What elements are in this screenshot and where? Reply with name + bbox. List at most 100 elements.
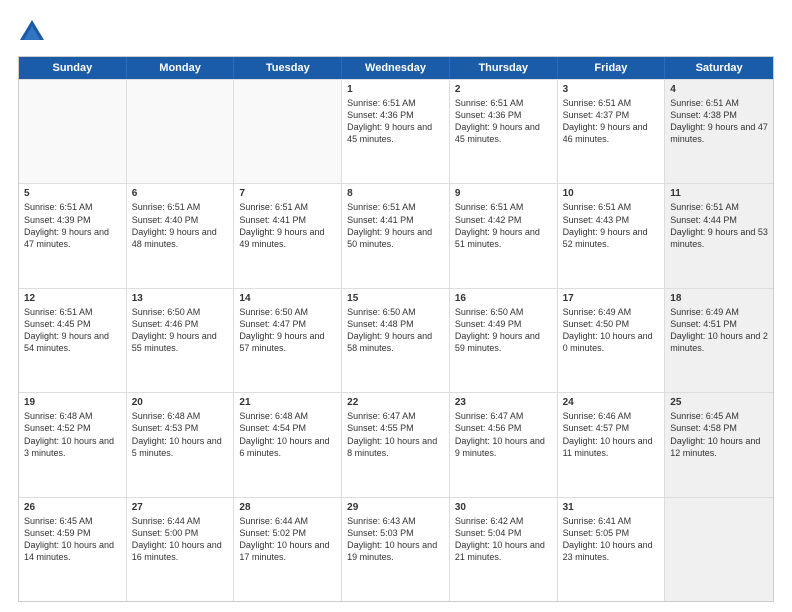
day-number: 20	[132, 397, 229, 408]
day-number: 27	[132, 502, 229, 513]
day-number: 1	[347, 84, 444, 95]
day-number: 31	[563, 502, 660, 513]
day-info: Sunrise: 6:50 AM Sunset: 4:46 PM Dayligh…	[132, 306, 229, 355]
day-info: Sunrise: 6:46 AM Sunset: 4:57 PM Dayligh…	[563, 410, 660, 459]
calendar-cell: 12 Sunrise: 6:51 AM Sunset: 4:45 PM Dayli…	[19, 289, 127, 392]
day-info: Sunrise: 6:51 AM Sunset: 4:37 PM Dayligh…	[563, 97, 660, 146]
day-number: 6	[132, 188, 229, 199]
day-info: Sunrise: 6:48 AM Sunset: 4:54 PM Dayligh…	[239, 410, 336, 459]
calendar-cell: 22 Sunrise: 6:47 AM Sunset: 4:55 PM Dayli…	[342, 393, 450, 496]
calendar-row: 19 Sunrise: 6:48 AM Sunset: 4:52 PM Dayli…	[19, 392, 773, 496]
calendar: SundayMondayTuesdayWednesdayThursdayFrid…	[18, 56, 774, 602]
calendar-cell: 2Sunrise: 6:51 AM Sunset: 4:36 PM Daylig…	[450, 80, 558, 183]
day-info: Sunrise: 6:43 AM Sunset: 5:03 PM Dayligh…	[347, 515, 444, 564]
day-number: 28	[239, 502, 336, 513]
day-info: Sunrise: 6:51 AM Sunset: 4:44 PM Dayligh…	[670, 201, 768, 250]
calendar-cell: 15Sunrise: 6:50 AM Sunset: 4:48 PM Dayli…	[342, 289, 450, 392]
calendar-cell: 13 Sunrise: 6:50 AM Sunset: 4:46 PM Dayli…	[127, 289, 235, 392]
day-number: 24	[563, 397, 660, 408]
calendar-cell: 16 Sunrise: 6:50 AM Sunset: 4:49 PM Dayli…	[450, 289, 558, 392]
day-number: 17	[563, 293, 660, 304]
day-info: Sunrise: 6:47 AM Sunset: 4:55 PM Dayligh…	[347, 410, 444, 459]
day-info: Sunrise: 6:51 AM Sunset: 4:38 PM Dayligh…	[670, 97, 768, 146]
day-info: Sunrise: 6:51 AM Sunset: 4:36 PM Dayligh…	[347, 97, 444, 146]
day-number: 2	[455, 84, 552, 95]
day-info: Sunrise: 6:50 AM Sunset: 4:48 PM Dayligh…	[347, 306, 444, 355]
calendar-cell: 7Sunrise: 6:51 AM Sunset: 4:41 PM Daylig…	[234, 184, 342, 287]
calendar-cell: 29 Sunrise: 6:43 AM Sunset: 5:03 PM Dayli…	[342, 498, 450, 601]
day-number: 3	[563, 84, 660, 95]
calendar-cell: 27 Sunrise: 6:44 AM Sunset: 5:00 PM Dayli…	[127, 498, 235, 601]
day-number: 12	[24, 293, 121, 304]
calendar-body: 1 Sunrise: 6:51 AM Sunset: 4:36 PM Daylig…	[19, 79, 773, 601]
day-number: 18	[670, 293, 768, 304]
weekday-header: Tuesday	[234, 57, 342, 79]
weekday-header: Sunday	[19, 57, 127, 79]
day-number: 16	[455, 293, 552, 304]
logo	[18, 18, 50, 46]
day-number: 22	[347, 397, 444, 408]
calendar-cell: 20Sunrise: 6:48 AM Sunset: 4:53 PM Dayli…	[127, 393, 235, 496]
calendar-cell: 30 Sunrise: 6:42 AM Sunset: 5:04 PM Dayli…	[450, 498, 558, 601]
calendar-cell: 19 Sunrise: 6:48 AM Sunset: 4:52 PM Dayli…	[19, 393, 127, 496]
calendar-cell: 4 Sunrise: 6:51 AM Sunset: 4:38 PM Daylig…	[665, 80, 773, 183]
day-number: 13	[132, 293, 229, 304]
day-info: Sunrise: 6:47 AM Sunset: 4:56 PM Dayligh…	[455, 410, 552, 459]
day-info: Sunrise: 6:41 AM Sunset: 5:05 PM Dayligh…	[563, 515, 660, 564]
day-info: Sunrise: 6:45 AM Sunset: 4:58 PM Dayligh…	[670, 410, 768, 459]
day-info: Sunrise: 6:51 AM Sunset: 4:41 PM Dayligh…	[347, 201, 444, 250]
calendar-cell: 10 Sunrise: 6:51 AM Sunset: 4:43 PM Dayli…	[558, 184, 666, 287]
day-info: Sunrise: 6:42 AM Sunset: 5:04 PM Dayligh…	[455, 515, 552, 564]
calendar-cell	[19, 80, 127, 183]
calendar-cell: 26 Sunrise: 6:45 AM Sunset: 4:59 PM Dayli…	[19, 498, 127, 601]
day-number: 9	[455, 188, 552, 199]
page: SundayMondayTuesdayWednesdayThursdayFrid…	[0, 0, 792, 612]
calendar-cell: 18 Sunrise: 6:49 AM Sunset: 4:51 PM Dayli…	[665, 289, 773, 392]
day-number: 26	[24, 502, 121, 513]
day-info: Sunrise: 6:45 AM Sunset: 4:59 PM Dayligh…	[24, 515, 121, 564]
calendar-cell	[234, 80, 342, 183]
day-info: Sunrise: 6:50 AM Sunset: 4:49 PM Dayligh…	[455, 306, 552, 355]
weekday-header: Saturday	[665, 57, 773, 79]
calendar-cell: 28 Sunrise: 6:44 AM Sunset: 5:02 PM Dayli…	[234, 498, 342, 601]
day-info: Sunrise: 6:44 AM Sunset: 5:02 PM Dayligh…	[239, 515, 336, 564]
day-number: 29	[347, 502, 444, 513]
calendar-cell	[665, 498, 773, 601]
calendar-cell: 11Sunrise: 6:51 AM Sunset: 4:44 PM Dayli…	[665, 184, 773, 287]
day-number: 8	[347, 188, 444, 199]
day-number: 19	[24, 397, 121, 408]
calendar-cell	[127, 80, 235, 183]
calendar-cell: 25 Sunrise: 6:45 AM Sunset: 4:58 PM Dayli…	[665, 393, 773, 496]
weekday-header: Thursday	[450, 57, 558, 79]
calendar-row: 1 Sunrise: 6:51 AM Sunset: 4:36 PM Daylig…	[19, 79, 773, 183]
day-number: 4	[670, 84, 768, 95]
day-number: 7	[239, 188, 336, 199]
day-number: 14	[239, 293, 336, 304]
calendar-cell: 14 Sunrise: 6:50 AM Sunset: 4:47 PM Dayli…	[234, 289, 342, 392]
weekday-header: Friday	[558, 57, 666, 79]
day-info: Sunrise: 6:51 AM Sunset: 4:39 PM Dayligh…	[24, 201, 121, 250]
day-number: 10	[563, 188, 660, 199]
calendar-cell: 6 Sunrise: 6:51 AM Sunset: 4:40 PM Daylig…	[127, 184, 235, 287]
logo-icon	[18, 18, 46, 46]
calendar-row: 12 Sunrise: 6:51 AM Sunset: 4:45 PM Dayli…	[19, 288, 773, 392]
day-info: Sunrise: 6:51 AM Sunset: 4:42 PM Dayligh…	[455, 201, 552, 250]
day-info: Sunrise: 6:50 AM Sunset: 4:47 PM Dayligh…	[239, 306, 336, 355]
calendar-row: 26 Sunrise: 6:45 AM Sunset: 4:59 PM Dayli…	[19, 497, 773, 601]
weekday-header: Monday	[127, 57, 235, 79]
day-number: 21	[239, 397, 336, 408]
day-number: 25	[670, 397, 768, 408]
day-info: Sunrise: 6:51 AM Sunset: 4:40 PM Dayligh…	[132, 201, 229, 250]
header	[18, 18, 774, 46]
day-number: 30	[455, 502, 552, 513]
day-info: Sunrise: 6:48 AM Sunset: 4:52 PM Dayligh…	[24, 410, 121, 459]
calendar-cell: 17Sunrise: 6:49 AM Sunset: 4:50 PM Dayli…	[558, 289, 666, 392]
calendar-cell: 31 Sunrise: 6:41 AM Sunset: 5:05 PM Dayli…	[558, 498, 666, 601]
calendar-cell: 3 Sunrise: 6:51 AM Sunset: 4:37 PM Daylig…	[558, 80, 666, 183]
day-info: Sunrise: 6:49 AM Sunset: 4:51 PM Dayligh…	[670, 306, 768, 355]
calendar-header: SundayMondayTuesdayWednesdayThursdayFrid…	[19, 57, 773, 79]
calendar-cell: 8 Sunrise: 6:51 AM Sunset: 4:41 PM Daylig…	[342, 184, 450, 287]
day-info: Sunrise: 6:44 AM Sunset: 5:00 PM Dayligh…	[132, 515, 229, 564]
day-info: Sunrise: 6:51 AM Sunset: 4:45 PM Dayligh…	[24, 306, 121, 355]
day-info: Sunrise: 6:51 AM Sunset: 4:43 PM Dayligh…	[563, 201, 660, 250]
